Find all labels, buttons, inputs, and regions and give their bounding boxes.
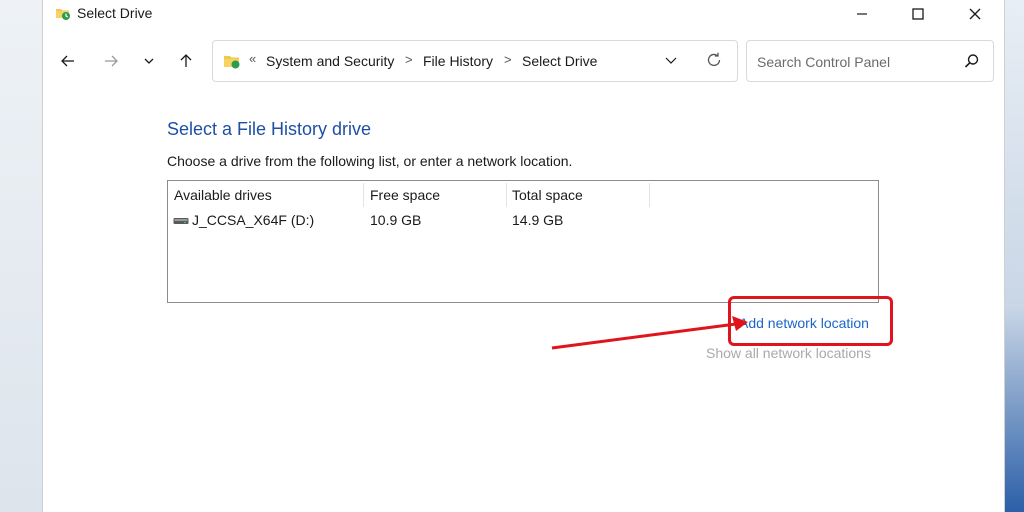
usb-drive-icon	[173, 218, 189, 224]
address-overflow-separator[interactable]: «	[249, 51, 256, 66]
breadcrumb-select-drive[interactable]: Select Drive	[522, 53, 597, 69]
maximize-button[interactable]	[895, 0, 941, 28]
desktop-background	[0, 0, 42, 512]
breadcrumb-file-history[interactable]: File History	[423, 53, 493, 69]
refresh-icon[interactable]	[705, 51, 723, 69]
drive-list[interactable]: Available drives Free space Total space …	[167, 180, 879, 303]
close-icon	[969, 8, 981, 20]
navigation-bar: « System and Security > File History > S…	[43, 36, 1004, 86]
forward-arrow-icon	[105, 55, 118, 67]
breadcrumb-separator[interactable]: >	[504, 52, 512, 67]
search-box[interactable]	[746, 40, 994, 82]
select-drive-window: Select Drive « System and Security > Fil…	[42, 0, 1005, 512]
close-button[interactable]	[952, 0, 998, 28]
maximize-icon	[912, 8, 924, 20]
address-dropdown-icon[interactable]	[663, 53, 679, 69]
recent-locations-button[interactable]	[136, 48, 162, 74]
column-divider[interactable]	[506, 183, 507, 207]
page-title: Select a File History drive	[167, 119, 372, 139]
chevron-down-icon	[144, 58, 154, 64]
back-arrow-icon	[61, 55, 74, 67]
annotation-arrow-icon	[551, 316, 748, 350]
file-history-icon	[56, 9, 70, 20]
breadcrumb-system-and-security[interactable]: System and Security	[266, 53, 394, 69]
forward-button[interactable]	[98, 48, 124, 74]
address-bar[interactable]: « System and Security > File History > S…	[212, 40, 738, 82]
window-title: Select Drive	[77, 5, 153, 21]
instruction-text: Choose a drive from the following list, …	[167, 153, 573, 169]
title-bar: Select Drive	[43, 0, 1004, 28]
column-header-available-drives[interactable]: Available drives	[174, 187, 272, 203]
column-divider[interactable]	[363, 183, 364, 207]
minimize-button[interactable]	[839, 0, 885, 28]
breadcrumb-separator[interactable]: >	[405, 52, 413, 67]
search-input[interactable]	[755, 51, 959, 73]
drive-total-space: 14.9 GB	[512, 212, 564, 228]
control-panel-folder-icon	[224, 56, 240, 69]
drive-free-space: 10.9 GB	[370, 212, 422, 228]
desktop-background-right	[1002, 0, 1024, 512]
column-divider[interactable]	[649, 183, 650, 207]
up-button[interactable]	[173, 48, 199, 74]
column-header-free-space[interactable]: Free space	[370, 187, 440, 203]
column-header-total-space[interactable]: Total space	[512, 187, 583, 203]
search-icon[interactable]	[963, 52, 981, 70]
drive-name[interactable]: J_CCSA_X64F (D:)	[192, 212, 314, 228]
up-arrow-icon	[180, 54, 192, 67]
minimize-icon	[857, 13, 867, 15]
back-button[interactable]	[55, 48, 81, 74]
